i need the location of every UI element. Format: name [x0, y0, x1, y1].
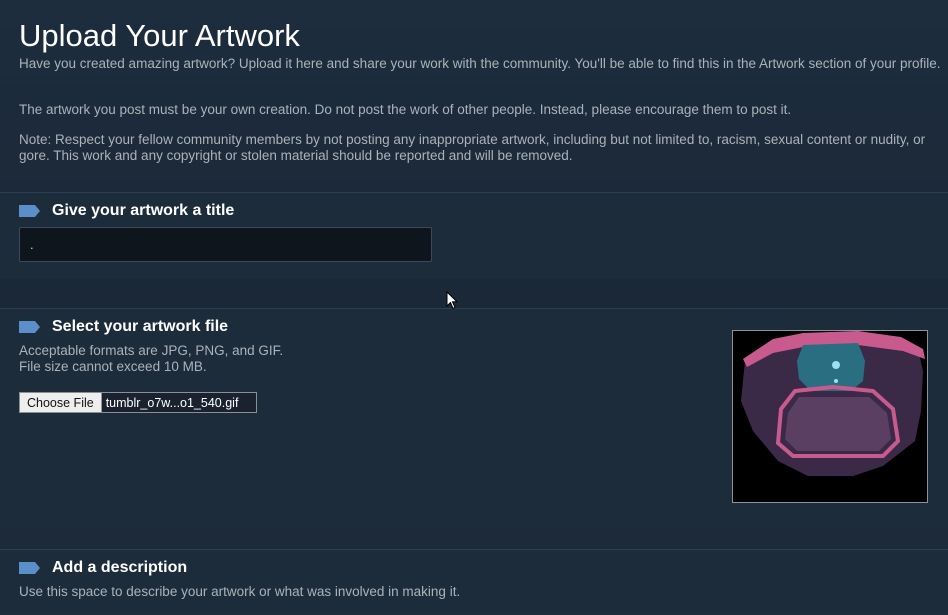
section-arrow-icon [19, 205, 40, 217]
rules-paragraph: The artwork you post must be your own cr… [19, 102, 792, 117]
title-section-header: Give your artwork a title [19, 202, 234, 220]
section-arrow-icon [19, 562, 40, 574]
note-paragraph: Note: Respect your fellow community memb… [19, 132, 926, 163]
title-section: Give your artwork a title [0, 192, 948, 279]
file-section-header: Select your artwork file [19, 318, 228, 336]
section-arrow-icon [19, 321, 40, 333]
file-section-heading: Select your artwork file [52, 318, 229, 335]
formats-text: Acceptable formats are JPG, PNG, and GIF… [19, 343, 284, 358]
file-requirements: Acceptable formats are JPG, PNG, and GIF… [19, 343, 283, 375]
description-hint: Use this space to describe your artwork … [19, 584, 461, 599]
selected-file-name: tumblr_o7w...o1_540.gif [105, 395, 239, 410]
artwork-preview-graphic [733, 331, 927, 502]
file-picker: Choose File tumblr_o7w...o1_540.gif [19, 392, 257, 413]
title-section-heading: Give your artwork a title [52, 202, 235, 219]
description-section-heading: Add a description [52, 559, 188, 576]
mouse-cursor-icon [446, 290, 459, 315]
page-title: Upload Your Artwork [19, 18, 300, 53]
description-section: Add a description Use this space to desc… [0, 549, 948, 615]
size-limit-text: File size cannot exceed 10 MB. [19, 359, 207, 374]
intro-paragraph: Have you created amazing artwork? Upload… [19, 56, 941, 71]
description-section-header: Add a description [19, 559, 187, 577]
artwork-title-input[interactable] [19, 227, 432, 262]
artwork-preview-image [732, 330, 928, 503]
choose-file-button[interactable]: Choose File [20, 393, 102, 412]
file-section: Select your artwork file Acceptable form… [0, 308, 948, 521]
